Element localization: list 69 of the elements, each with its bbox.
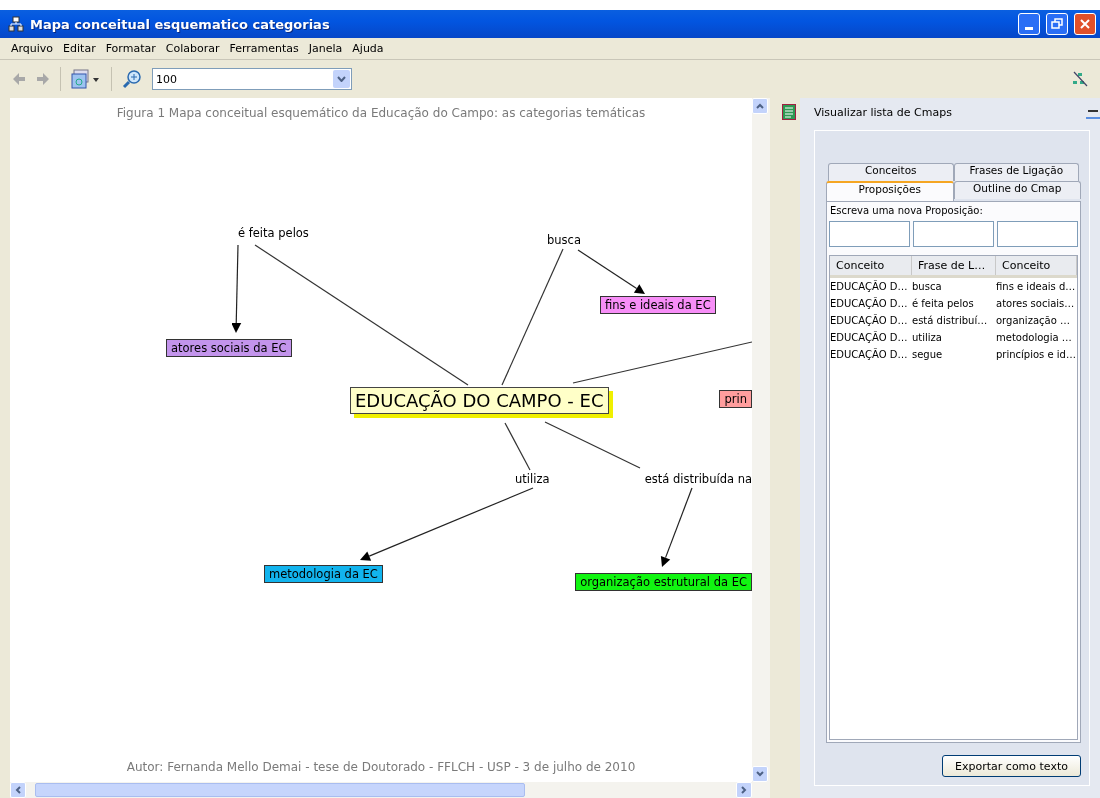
- horizontal-scrollbar[interactable]: [10, 782, 770, 798]
- concept-node: metodologia da EC: [264, 565, 383, 583]
- table-cell-text: organização …: [996, 314, 1071, 328]
- zoom-combo-box[interactable]: 100: [152, 68, 352, 90]
- arrow: [577, 249, 645, 294]
- restore-icon: [1051, 18, 1063, 30]
- panel-tab[interactable]: Conceitos: [828, 163, 954, 181]
- table-cell-text: busca: [912, 280, 943, 294]
- menu-item[interactable]: Ajuda: [347, 42, 389, 55]
- table-cell-text: está distribuí…: [912, 314, 989, 328]
- dropdown-caret-icon: [337, 76, 346, 82]
- minimize-icon: [1025, 26, 1033, 30]
- window-title: Mapa conceitual esquematico categorias: [30, 16, 331, 32]
- panel-tab[interactable]: Outline do Cmap: [953, 181, 1081, 199]
- menu-item[interactable]: Colaborar: [160, 42, 225, 55]
- table-cell-text: EDUCAÇÃO D…: [830, 296, 909, 311]
- table-cell-text: utiliza: [912, 331, 943, 345]
- table-cell-text: EDUCAÇÃO D…: [830, 313, 909, 328]
- menu-item[interactable]: Janela: [303, 42, 348, 55]
- window-view-icon[interactable]: [71, 69, 101, 89]
- concept-input[interactable]: [997, 221, 1078, 247]
- linking-phrase: busca: [547, 233, 581, 247]
- scroll-right-icon[interactable]: [741, 786, 747, 794]
- menu-item[interactable]: Formatar: [100, 42, 161, 55]
- zoom-icon[interactable]: [122, 69, 142, 89]
- map-caption: Figura 1 Mapa conceitual esquemático da Educação do Campo: as categorias temáticas: [115, 106, 647, 120]
- panel-tab[interactable]: Frases de Ligação: [953, 163, 1079, 181]
- app-icon: [8, 16, 24, 32]
- concept-node: fins e ideais da EC: [600, 296, 716, 314]
- table-cell-text: metodologia …: [996, 331, 1073, 345]
- menu-item[interactable]: Ferramentas: [224, 42, 304, 55]
- linking-phrase-input[interactable]: [913, 221, 994, 247]
- linking-phrase: está distribuída na: [644, 472, 752, 486]
- column-header[interactable]: Frase de L…: [912, 256, 996, 275]
- table-cell-text: atores sociais…: [996, 297, 1076, 311]
- scroll-down-icon[interactable]: [756, 771, 764, 777]
- concept-node: prin: [719, 390, 752, 408]
- close-button[interactable]: [1074, 13, 1096, 35]
- table-cell-text: segue: [912, 348, 944, 362]
- linking-phrase: utiliza: [515, 472, 550, 486]
- table-cell-text: EDUCAÇÃO D…: [830, 330, 909, 345]
- vertical-scrollbar[interactable]: [752, 98, 770, 782]
- minimize-icon: [1088, 110, 1098, 112]
- linking-phrase: é feita pelos: [238, 226, 309, 240]
- table-cell-text: fins e ideais d…: [996, 280, 1077, 294]
- menu-item[interactable]: Editar: [58, 42, 101, 55]
- minimize-button[interactable]: [1018, 13, 1040, 35]
- table-cell-text: princípios e id…: [996, 348, 1077, 362]
- list-icon[interactable]: [782, 104, 796, 120]
- restore-button[interactable]: [1046, 13, 1068, 35]
- scroll-up-icon[interactable]: [756, 103, 764, 109]
- table-cell-text: EDUCAÇÃO D…: [830, 347, 909, 362]
- table-cell-text: EDUCAÇÃO D…: [830, 279, 909, 294]
- column-header[interactable]: Conceito: [830, 256, 912, 275]
- menu-item[interactable]: Arquivo: [6, 42, 59, 55]
- concept-node: atores sociais da EC: [166, 339, 292, 357]
- author-caption: Autor: Fernanda Mello Demai - tese de Doutorado - FFLCH - USP - 3 de julho de 2010: [125, 760, 637, 774]
- network-pencil-icon[interactable]: [1072, 71, 1088, 87]
- export-button[interactable]: Exportar como texto: [942, 755, 1081, 777]
- column-header[interactable]: Conceito: [996, 256, 1077, 275]
- connector-line: [504, 422, 531, 471]
- panel-title: Visualizar lista de Cmaps: [814, 105, 953, 119]
- close-icon: [1079, 18, 1091, 30]
- concept-node: organização estrutural da EC: [575, 573, 752, 591]
- scroll-left-icon[interactable]: [15, 786, 21, 794]
- table-cell-text: é feita pelos: [912, 297, 975, 311]
- proposition-prompt: Escreva uma nova Proposição:: [829, 204, 984, 218]
- concept-input[interactable]: [829, 221, 910, 247]
- panel-tab[interactable]: Proposições: [826, 181, 954, 201]
